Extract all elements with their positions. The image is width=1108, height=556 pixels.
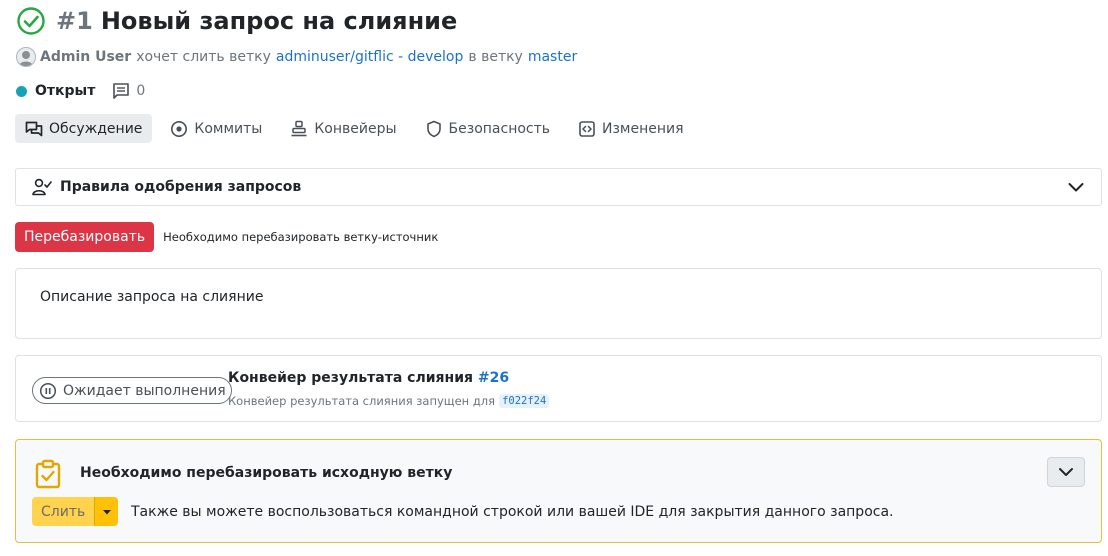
author-name[interactable]: Admin User (40, 49, 131, 65)
avatar[interactable] (16, 47, 36, 67)
pipeline-icon (291, 120, 307, 136)
approval-rules-title: Правила одобрения запросов (60, 179, 302, 195)
tab-bar: Обсуждение Коммиты Конвейеры Безопасност… (15, 114, 702, 143)
page-title: Новый запрос на слияние (100, 7, 458, 35)
tab-discussion[interactable]: Обсуждение (15, 114, 153, 143)
description-text: Описание запроса на слияние (40, 289, 264, 305)
subtitle-text-into: в ветку (468, 49, 523, 65)
pipeline-subtitle: Конвейер результата слияния запущен для … (228, 394, 550, 408)
pipeline-status-label: Ожидает выполнения (63, 382, 226, 399)
pipeline-status-badge[interactable]: Ожидает выполнения (32, 377, 232, 404)
clipboard-check-icon (35, 459, 61, 489)
merge-options-dropdown[interactable] (94, 497, 119, 526)
status-badge: Открыт (35, 83, 96, 99)
tab-pipelines[interactable]: Конвейеры (280, 114, 406, 143)
tab-changes[interactable]: Изменения (568, 114, 694, 143)
merge-button-group: Слить (32, 497, 119, 526)
commit-icon (171, 120, 188, 137)
chevron-down-icon (1059, 468, 1073, 476)
status-dot (16, 85, 27, 97)
pipeline-subtitle-text: Конвейер результата слияния запущен для (228, 394, 496, 408)
caret-down-icon (102, 509, 111, 514)
rebase-row: Перебазировать Необходимо перебазировать… (15, 222, 438, 252)
comment-icon (113, 83, 130, 99)
chevron-down-icon[interactable] (1067, 178, 1085, 196)
merge-note: Также вы можете воспользоваться командно… (131, 504, 894, 520)
collapse-button[interactable] (1047, 457, 1085, 487)
merge-request-number: #1 (56, 7, 93, 35)
pause-circle-icon (39, 382, 57, 399)
status-row: Открыт 0 (16, 80, 145, 102)
user-avatar-icon (19, 51, 33, 66)
subtitle-text-wants: хочет слить ветку (136, 49, 271, 65)
code-icon (579, 120, 595, 137)
merge-request-subtitle: Admin User хочет слить ветку adminuser/g… (16, 46, 582, 68)
rebase-note: Необходимо перебазировать ветку-источник (163, 230, 439, 244)
target-branch-link[interactable]: master (528, 49, 577, 65)
tab-security[interactable]: Безопасность (415, 114, 560, 143)
discussion-icon (25, 121, 43, 136)
tab-label: Обсуждение (49, 120, 143, 137)
rebase-button[interactable]: Перебазировать (15, 222, 155, 252)
merge-request-description: Описание запроса на слияние (15, 268, 1102, 339)
pipeline-card: Ожидает выполнения Конвейер результата с… (15, 355, 1102, 422)
shield-icon (426, 120, 441, 137)
tab-label: Безопасность (448, 120, 551, 137)
merge-widget: Необходимо перебазировать исходную ветку… (15, 439, 1102, 543)
pipeline-number-link[interactable]: #26 (478, 370, 509, 386)
merge-widget-title: Необходимо перебазировать исходную ветку (80, 465, 453, 481)
merge-button[interactable]: Слить (32, 497, 95, 526)
comment-count: 0 (136, 83, 146, 99)
pipeline-title: Конвейер результата слияния #26 (228, 370, 509, 386)
user-check-icon (32, 178, 52, 196)
commit-sha-link[interactable]: f022f24 (499, 394, 550, 408)
tab-commits[interactable]: Коммиты (160, 114, 272, 143)
source-branch-link[interactable]: adminuser/gitflic - develop (276, 49, 463, 65)
check-circle-icon (17, 7, 45, 35)
approval-rules-panel[interactable]: Правила одобрения запросов (15, 168, 1102, 206)
tab-label: Изменения (602, 120, 684, 137)
tab-label: Конвейеры (314, 120, 397, 137)
pipeline-title-text: Конвейер результата слияния (228, 370, 473, 386)
page-title-row: #1 Новый запрос на слияние (16, 6, 457, 36)
tab-label: Коммиты (194, 120, 263, 137)
